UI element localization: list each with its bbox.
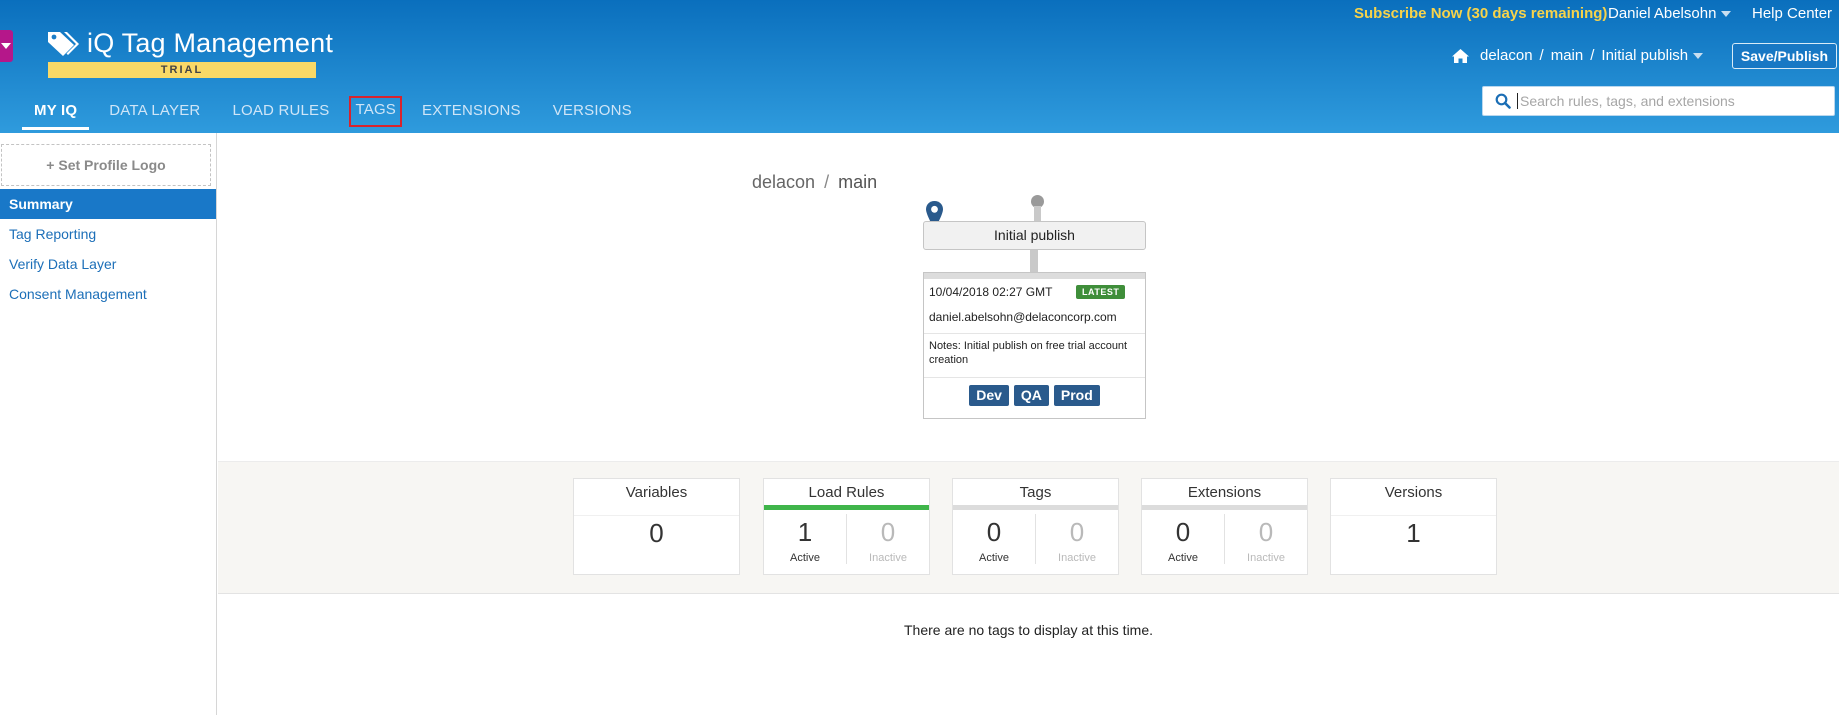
tab-data-layer[interactable]: DATA LAYER [97, 96, 212, 133]
environment-buttons: Dev QA Prod [924, 385, 1145, 406]
stat-split: 0 Active 0 Inactive [1142, 514, 1307, 564]
breadcrumb-version[interactable]: Initial publish [1601, 47, 1688, 64]
chevron-down-icon [1721, 11, 1732, 18]
tab-my-iq[interactable]: MY IQ [22, 96, 90, 133]
card-top-bar [924, 273, 1145, 279]
user-menu[interactable]: Daniel Abelsohn [1608, 5, 1732, 22]
chevron-down-icon[interactable] [1693, 52, 1704, 59]
env-dev-button[interactable]: Dev [969, 385, 1009, 406]
version-node[interactable]: Initial publish [923, 221, 1146, 250]
breadcrumb-separator: / [1590, 47, 1595, 64]
stat-value: 1 [1331, 515, 1496, 549]
tab-load-rules[interactable]: LOAD RULES [220, 96, 341, 133]
stat-card-tags[interactable]: Tags 0 Active 0 Inactive [952, 478, 1119, 575]
app-title: iQ Tag Management [87, 28, 334, 58]
tab-extensions[interactable]: EXTENSIONS [410, 96, 533, 133]
tag-logo-icon [48, 32, 79, 56]
save-publish-button[interactable]: Save/Publish [1732, 43, 1837, 69]
stat-inactive-value: 0 [1069, 517, 1085, 547]
stat-title: Tags [1019, 484, 1052, 501]
divider [924, 333, 1145, 334]
stat-active-col: 0 Active [953, 514, 1035, 564]
search-input[interactable] [1517, 93, 1827, 109]
sidebar-item-verify-data-layer[interactable]: Verify Data Layer [0, 249, 216, 279]
latest-badge: LATEST [1076, 285, 1126, 299]
timeline-connector [1034, 206, 1041, 222]
main-nav: MY IQ DATA LAYER LOAD RULES TAGS EXTENSI… [22, 96, 652, 133]
stat-inactive-value: 0 [1258, 517, 1274, 547]
stat-split: 1 Active 0 Inactive [764, 514, 929, 564]
timeline-connector [1030, 250, 1038, 272]
stat-inactive-label: Inactive [1058, 552, 1096, 564]
version-author-email: daniel.abelsohn@delaconcorp.com [929, 310, 1117, 324]
stat-title: Extensions [1187, 484, 1262, 501]
side-panel-toggle[interactable] [0, 30, 13, 62]
user-name: Daniel Abelsohn [1608, 5, 1717, 22]
stat-card-variables[interactable]: Variables 0 [573, 478, 740, 575]
version-detail-card: 10/04/2018 02:27 GMT LATEST daniel.abels… [923, 272, 1146, 419]
branch-account: delacon [752, 172, 816, 192]
caret-down-icon [1, 43, 11, 49]
empty-tags-message: There are no tags to display at this tim… [904, 622, 1154, 638]
stat-inactive-col: 0 Inactive [1035, 514, 1118, 564]
stat-bar [764, 505, 929, 510]
sidebar-item-consent-management[interactable]: Consent Management [0, 279, 216, 309]
set-profile-logo-button[interactable]: + Set Profile Logo [1, 144, 211, 186]
stat-active-label: Active [979, 552, 1009, 564]
version-notes: Notes: Initial publish on free trial acc… [929, 340, 1128, 366]
stat-split: 0 Active 0 Inactive [953, 514, 1118, 564]
stat-bar [1142, 505, 1307, 510]
stat-card-load-rules[interactable]: Load Rules 1 Active 0 Inactive [763, 478, 930, 575]
stat-active-value: 0 [1175, 517, 1191, 547]
search-icon [1495, 93, 1511, 109]
tab-tags[interactable]: TAGS [349, 96, 403, 127]
stat-inactive-label: Inactive [1247, 552, 1285, 564]
top-header: iQ Tag Management TRIAL Subscribe Now (3… [0, 0, 1839, 133]
trial-badge: TRIAL [48, 62, 316, 78]
stat-inactive-label: Inactive [869, 552, 907, 564]
branch-separator: / [824, 172, 830, 192]
stat-active-value: 1 [797, 517, 813, 547]
help-center-link[interactable]: Help Center [1752, 5, 1832, 22]
sidebar-item-summary[interactable]: Summary [0, 189, 216, 219]
stat-card-extensions[interactable]: Extensions 0 Active 0 Inactive [1141, 478, 1308, 575]
home-icon[interactable] [1451, 48, 1470, 64]
stat-active-col: 0 Active [1142, 514, 1224, 564]
sidebar: + Set Profile Logo Summary Tag Reporting… [0, 133, 217, 715]
stat-inactive-value: 0 [880, 517, 896, 547]
breadcrumb-profile[interactable]: main [1551, 47, 1584, 64]
search-box [1482, 86, 1835, 116]
branch-profile: main [838, 172, 878, 192]
branch-header: delacon / main [752, 172, 877, 193]
stat-title: Variables [625, 484, 688, 501]
app-window: iQ Tag Management TRIAL Subscribe Now (3… [0, 0, 1839, 715]
stat-active-col: 1 Active [764, 514, 846, 564]
stat-inactive-col: 0 Inactive [1224, 514, 1307, 564]
tab-versions[interactable]: VERSIONS [541, 96, 644, 133]
stat-card-versions[interactable]: Versions 1 [1330, 478, 1497, 575]
stat-inactive-col: 0 Inactive [846, 514, 929, 564]
stat-title: Load Rules [808, 484, 885, 501]
subscribe-link[interactable]: Subscribe Now (30 days remaining) [1354, 5, 1607, 22]
breadcrumb-account[interactable]: delacon [1480, 47, 1533, 64]
stat-title: Versions [1384, 484, 1443, 501]
stat-value: 0 [574, 515, 739, 549]
sidebar-item-tag-reporting[interactable]: Tag Reporting [0, 219, 216, 249]
divider [924, 377, 1145, 378]
env-qa-button[interactable]: QA [1013, 385, 1049, 406]
env-prod-button[interactable]: Prod [1053, 385, 1100, 406]
version-date: 10/04/2018 02:27 GMT [929, 285, 1053, 299]
breadcrumb-separator: / [1539, 47, 1544, 64]
breadcrumb: delacon / main / Initial publish [1451, 47, 1704, 64]
stat-active-label: Active [790, 552, 820, 564]
stat-bar [953, 505, 1118, 510]
stat-active-label: Active [1168, 552, 1198, 564]
stat-active-value: 0 [986, 517, 1002, 547]
